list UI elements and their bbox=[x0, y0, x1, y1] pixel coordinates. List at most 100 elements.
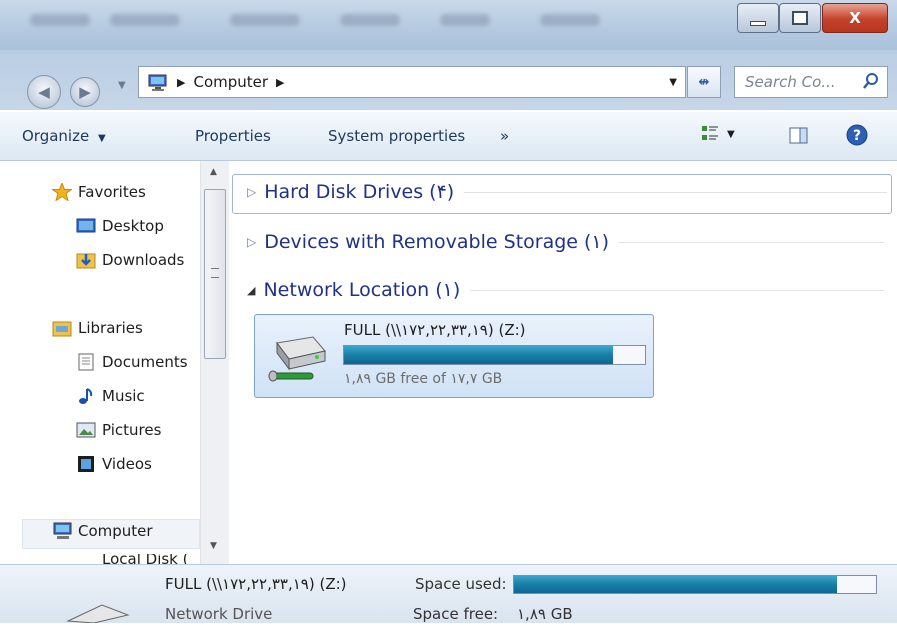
scroll-thumb[interactable] bbox=[204, 189, 226, 359]
preview-pane-button[interactable] bbox=[789, 126, 809, 150]
sidebar-item-favorites[interactable]: Favorites bbox=[50, 181, 146, 202]
sidebar-label: Pictures bbox=[102, 421, 162, 439]
minimize-button[interactable] bbox=[737, 3, 779, 33]
space-used-label: Space used: bbox=[415, 575, 507, 593]
background-blur bbox=[440, 14, 490, 26]
system-properties-button[interactable]: System properties bbox=[328, 127, 465, 145]
sidebar-item-desktop[interactable]: Desktop bbox=[76, 217, 164, 235]
background-blur bbox=[540, 14, 600, 26]
network-drive-tile[interactable]: FULL (\\۱۷۲,۲۲,۳۳,۱۹) (Z:) ۱,۸۹ GB free … bbox=[254, 314, 654, 398]
breadcrumb-computer[interactable]: Computer bbox=[193, 73, 268, 91]
breadcrumb-separator-icon[interactable]: ▶ bbox=[276, 76, 284, 89]
background-blur bbox=[230, 14, 300, 26]
search-placeholder[interactable]: Search Co... bbox=[745, 73, 836, 91]
downloads-folder-icon bbox=[76, 251, 96, 269]
sidebar-label: Documents bbox=[102, 353, 188, 371]
local-disk-icon bbox=[76, 554, 96, 564]
group-divider bbox=[464, 191, 887, 193]
grip-icon bbox=[211, 268, 219, 278]
recent-pages-dropdown[interactable]: ▼ bbox=[118, 80, 126, 91]
sidebar-item-computer[interactable]: Computer bbox=[52, 522, 153, 540]
back-button[interactable]: ◀ bbox=[27, 75, 61, 109]
group-divider bbox=[619, 241, 884, 243]
network-drive-icon bbox=[265, 331, 331, 391]
details-drive-name: FULL (\\۱۷۲,۲۲,۳۳,۱۹) (Z:) bbox=[165, 575, 347, 593]
search-box[interactable]: Search Co... bbox=[734, 66, 888, 98]
maximize-button[interactable] bbox=[779, 3, 821, 33]
sidebar-label: Videos bbox=[102, 455, 152, 473]
group-hard-disks[interactable]: ▷ Hard Disk Drives (۴) bbox=[247, 181, 887, 203]
view-options-button[interactable]: ▼ bbox=[701, 124, 735, 144]
background-blur bbox=[110, 14, 180, 26]
properties-button[interactable]: Properties bbox=[195, 127, 271, 145]
breadcrumb-separator-icon[interactable]: ▶ bbox=[177, 76, 185, 89]
close-button[interactable]: X bbox=[822, 3, 888, 33]
back-arrow-icon: ◀ bbox=[38, 83, 50, 101]
more-commands-button[interactable]: » bbox=[500, 127, 509, 145]
sidebar-label: Computer bbox=[78, 522, 153, 540]
svg-text:?: ? bbox=[853, 128, 861, 144]
scroll-up-icon[interactable]: ▲ bbox=[210, 167, 217, 177]
maximize-icon bbox=[792, 11, 808, 25]
expand-arrow-icon: ▷ bbox=[247, 235, 257, 249]
refresh-button[interactable]: ↮ bbox=[687, 66, 721, 98]
sidebar-label: Favorites bbox=[78, 183, 146, 201]
videos-icon bbox=[76, 455, 96, 473]
sidebar-item-downloads[interactable]: Downloads bbox=[76, 251, 184, 269]
sidebar-item-libraries[interactable]: Libraries bbox=[52, 319, 143, 337]
close-icon: X bbox=[849, 9, 861, 27]
address-dropdown-icon[interactable]: ▼ bbox=[669, 77, 677, 88]
star-icon bbox=[50, 181, 74, 202]
sidebar-item-documents[interactable]: Documents bbox=[76, 353, 188, 371]
refresh-icon: ↮ bbox=[698, 74, 710, 90]
group-divider bbox=[470, 289, 884, 291]
sidebar-scrollbar[interactable]: ▲ ▼ bbox=[200, 161, 229, 564]
chevron-down-icon: ▼ bbox=[97, 133, 106, 144]
group-title: Network Location (۱) bbox=[263, 279, 461, 301]
help-button[interactable]: ? bbox=[846, 124, 868, 150]
group-removable[interactable]: ▷ Devices with Removable Storage (۱) bbox=[247, 231, 884, 253]
details-pane: FULL (\\۱۷۲,۲۲,۳۳,۱۹) (Z:) Network Drive… bbox=[0, 564, 897, 624]
background-blur bbox=[340, 14, 400, 26]
sidebar-item-local-disk[interactable]: Local Disk ( bbox=[76, 554, 188, 564]
computer-icon bbox=[52, 522, 72, 540]
details-drive-icon bbox=[62, 601, 132, 627]
documents-icon bbox=[76, 353, 96, 371]
scroll-down-icon[interactable]: ▼ bbox=[210, 541, 217, 551]
space-free-value: ۱,۸۹ GB bbox=[517, 605, 573, 623]
preview-pane-icon bbox=[789, 127, 808, 144]
organize-label: Organize bbox=[22, 127, 90, 145]
drive-name: FULL (\\۱۷۲,۲۲,۳۳,۱۹) (Z:) bbox=[344, 321, 526, 339]
drive-usage-bar bbox=[343, 345, 646, 365]
forward-button[interactable]: ▶ bbox=[70, 77, 100, 107]
space-free-label: Space free: bbox=[413, 605, 499, 623]
details-usage-bar bbox=[513, 575, 877, 594]
group-title: Devices with Removable Storage (۱) bbox=[264, 231, 610, 253]
sidebar-item-pictures[interactable]: Pictures bbox=[76, 421, 161, 439]
collapse-arrow-icon: ◢ bbox=[247, 283, 256, 297]
desktop-icon bbox=[76, 217, 96, 235]
sidebar-item-videos[interactable]: Videos bbox=[76, 455, 152, 473]
pictures-icon bbox=[76, 421, 96, 439]
background-blur bbox=[30, 14, 90, 26]
libraries-icon bbox=[52, 319, 72, 337]
address-bar[interactable]: ▶ Computer ▶ ▼ bbox=[138, 66, 686, 98]
drive-free-text: ۱,۸۹ GB free of ۱۷,۷ GB bbox=[344, 371, 503, 387]
sidebar-label: Libraries bbox=[78, 319, 143, 337]
organize-menu[interactable]: Organize ▼ bbox=[22, 127, 106, 145]
expand-arrow-icon: ▷ bbox=[247, 185, 257, 199]
search-icon[interactable] bbox=[863, 72, 879, 94]
chevron-down-icon: ▼ bbox=[727, 128, 735, 140]
group-title: Hard Disk Drives (۴) bbox=[264, 181, 455, 203]
sidebar-item-music[interactable]: Music bbox=[76, 387, 145, 405]
forward-arrow-icon: ▶ bbox=[79, 83, 91, 101]
sidebar-label: Music bbox=[102, 387, 145, 405]
sidebar-label: Local Disk ( bbox=[102, 554, 189, 564]
help-icon: ? bbox=[846, 124, 868, 146]
details-usage-fill bbox=[514, 576, 838, 593]
group-network[interactable]: ◢ Network Location (۱) bbox=[247, 279, 884, 301]
details-drive-type: Network Drive bbox=[165, 605, 273, 623]
computer-icon bbox=[147, 74, 169, 91]
sidebar-label: Desktop bbox=[102, 217, 164, 235]
minimize-icon bbox=[750, 20, 766, 26]
